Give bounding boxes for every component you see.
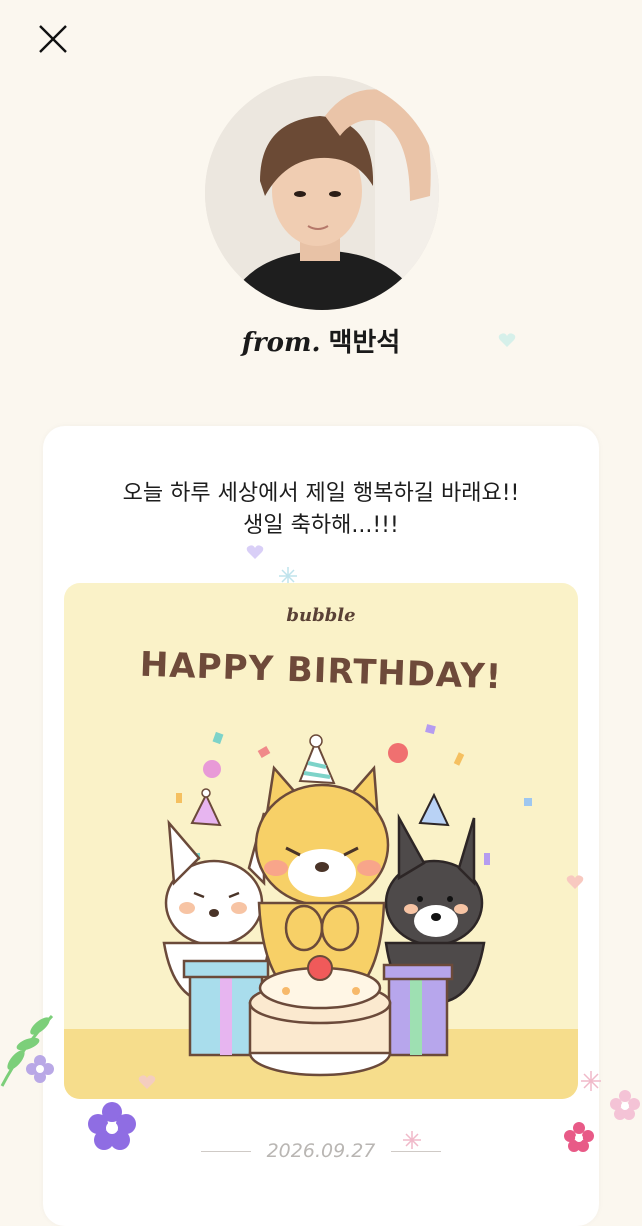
flower-icon xyxy=(26,1055,54,1083)
birthday-card-image: bubble HAPPY BIRTHDAY! xyxy=(64,583,578,1099)
sparkle-icon xyxy=(581,1071,601,1091)
sender-name: 맥반석 xyxy=(328,328,401,358)
heart-icon xyxy=(246,545,264,559)
divider xyxy=(200,1151,251,1152)
message-line-1: 오늘 하루 세상에서 제일 행복하길 바래요!! xyxy=(122,481,520,506)
sparkle-icon xyxy=(403,1131,421,1149)
date-text: 2026.09.27 xyxy=(266,1140,376,1162)
sender-line: from. 맥반석 xyxy=(0,322,642,359)
from-prefix: from. xyxy=(241,328,321,358)
bubble-logo: bubble xyxy=(286,605,356,626)
heart-icon xyxy=(566,875,584,889)
flower-icon xyxy=(610,1090,640,1120)
flower-icon xyxy=(88,1102,136,1150)
message-line-2: 생일 축하해...!!! xyxy=(243,513,399,538)
heart-icon xyxy=(138,1075,156,1089)
divider xyxy=(391,1151,442,1152)
close-button[interactable] xyxy=(34,20,74,60)
close-icon xyxy=(39,25,67,53)
heart-icon xyxy=(498,333,516,347)
flower-icon xyxy=(564,1122,594,1152)
letter-message: 오늘 하루 세상에서 제일 행복하길 바래요!! 생일 축하해...!!! xyxy=(0,478,642,542)
sender-avatar xyxy=(205,76,439,310)
